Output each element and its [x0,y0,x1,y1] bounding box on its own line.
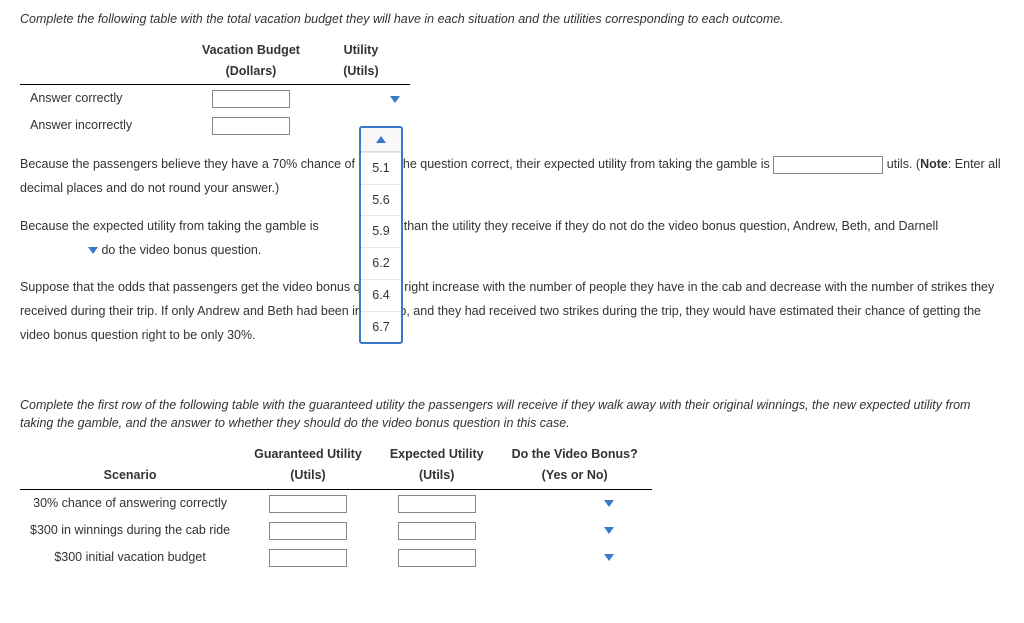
table-row: 30% chance of answering correctly [20,489,652,517]
chevron-down-icon [604,554,614,561]
chevron-up-icon [376,136,386,143]
col-guaranteed-sub: (Utils) [240,466,376,489]
input-guaranteed-1[interactable] [269,522,347,540]
text-fragment: Because the expected utility from taking… [20,219,322,233]
scenario-label: $300 in winnings during the cab ride [20,517,240,544]
dropdown-option[interactable]: 6.7 [361,311,401,343]
row-answer-correctly: Answer correctly [20,85,190,113]
col-vacation-budget: Vacation Budget [190,39,312,62]
dropdown-do-bonus-1[interactable] [536,521,614,540]
col-utility: Utility [312,39,410,62]
scenario-label: 30% chance of answering correctly [20,489,240,517]
dropdown-option[interactable]: 6.4 [361,279,401,311]
input-expected-0[interactable] [398,495,476,513]
input-expected-1[interactable] [398,522,476,540]
col-expected: Expected Utility [376,443,498,466]
table-row: $300 initial vacation budget [20,544,652,571]
input-guaranteed-0[interactable] [269,495,347,513]
dropdown-do-bonus-2[interactable] [536,548,614,567]
dropdown-option[interactable]: 5.6 [361,184,401,216]
table-row: $300 in winnings during the cab ride [20,517,652,544]
dropdown-utility-correct[interactable] [322,90,400,109]
text-fragment: than the utility they receive if they do… [404,219,938,233]
col-expected-sub: (Utils) [376,466,498,489]
paragraph-comparison: Because the expected utility from taking… [20,215,1004,263]
col-do-bonus: Do the Video Bonus? [498,443,652,466]
dropdown-utility-incorrect-menu[interactable]: 5.1 5.6 5.9 6.2 6.4 6.7 [359,126,403,344]
instruction-2: Complete the first row of the following … [20,396,1004,434]
dropdown-option[interactable]: 5.9 [361,215,401,247]
table-scenarios: Guaranteed Utility Expected Utility Do t… [20,443,652,571]
col-utility-sub: (Utils) [312,62,410,85]
input-expected-utility[interactable] [773,156,883,174]
dropdown-decision[interactable] [20,239,98,263]
input-budget-correct[interactable] [212,90,290,108]
input-budget-incorrect[interactable] [212,117,290,135]
table-budget-utility: Vacation Budget Utility (Dollars) (Utils… [20,39,410,139]
instruction-1: Complete the following table with the to… [20,10,1004,29]
chevron-down-icon [390,96,400,103]
scenario-label: $300 initial vacation budget [20,544,240,571]
note-label: Note [920,157,948,171]
input-expected-2[interactable] [398,549,476,567]
col-scenario: Scenario [20,466,240,489]
chevron-down-icon [604,527,614,534]
col-guaranteed: Guaranteed Utility [240,443,376,466]
dropdown-do-bonus-0[interactable] [536,494,614,513]
dropdown-option[interactable]: 5.1 [361,152,401,184]
text-fragment: do the video bonus question. [101,243,261,257]
input-guaranteed-2[interactable] [269,549,347,567]
paragraph-suppose: Suppose that the odds that passengers ge… [20,276,1004,347]
text-fragment: utils. ( [887,157,920,171]
dropdown-collapse-tab[interactable] [361,128,401,152]
col-vacation-budget-sub: (Dollars) [190,62,312,85]
chevron-down-icon [604,500,614,507]
paragraph-expected-utility: Because the passengers believe they have… [20,153,1004,201]
row-answer-incorrectly: Answer incorrectly [20,112,190,139]
col-do-bonus-sub: (Yes or No) [498,466,652,489]
dropdown-option[interactable]: 6.2 [361,247,401,279]
chevron-down-icon [88,247,98,254]
